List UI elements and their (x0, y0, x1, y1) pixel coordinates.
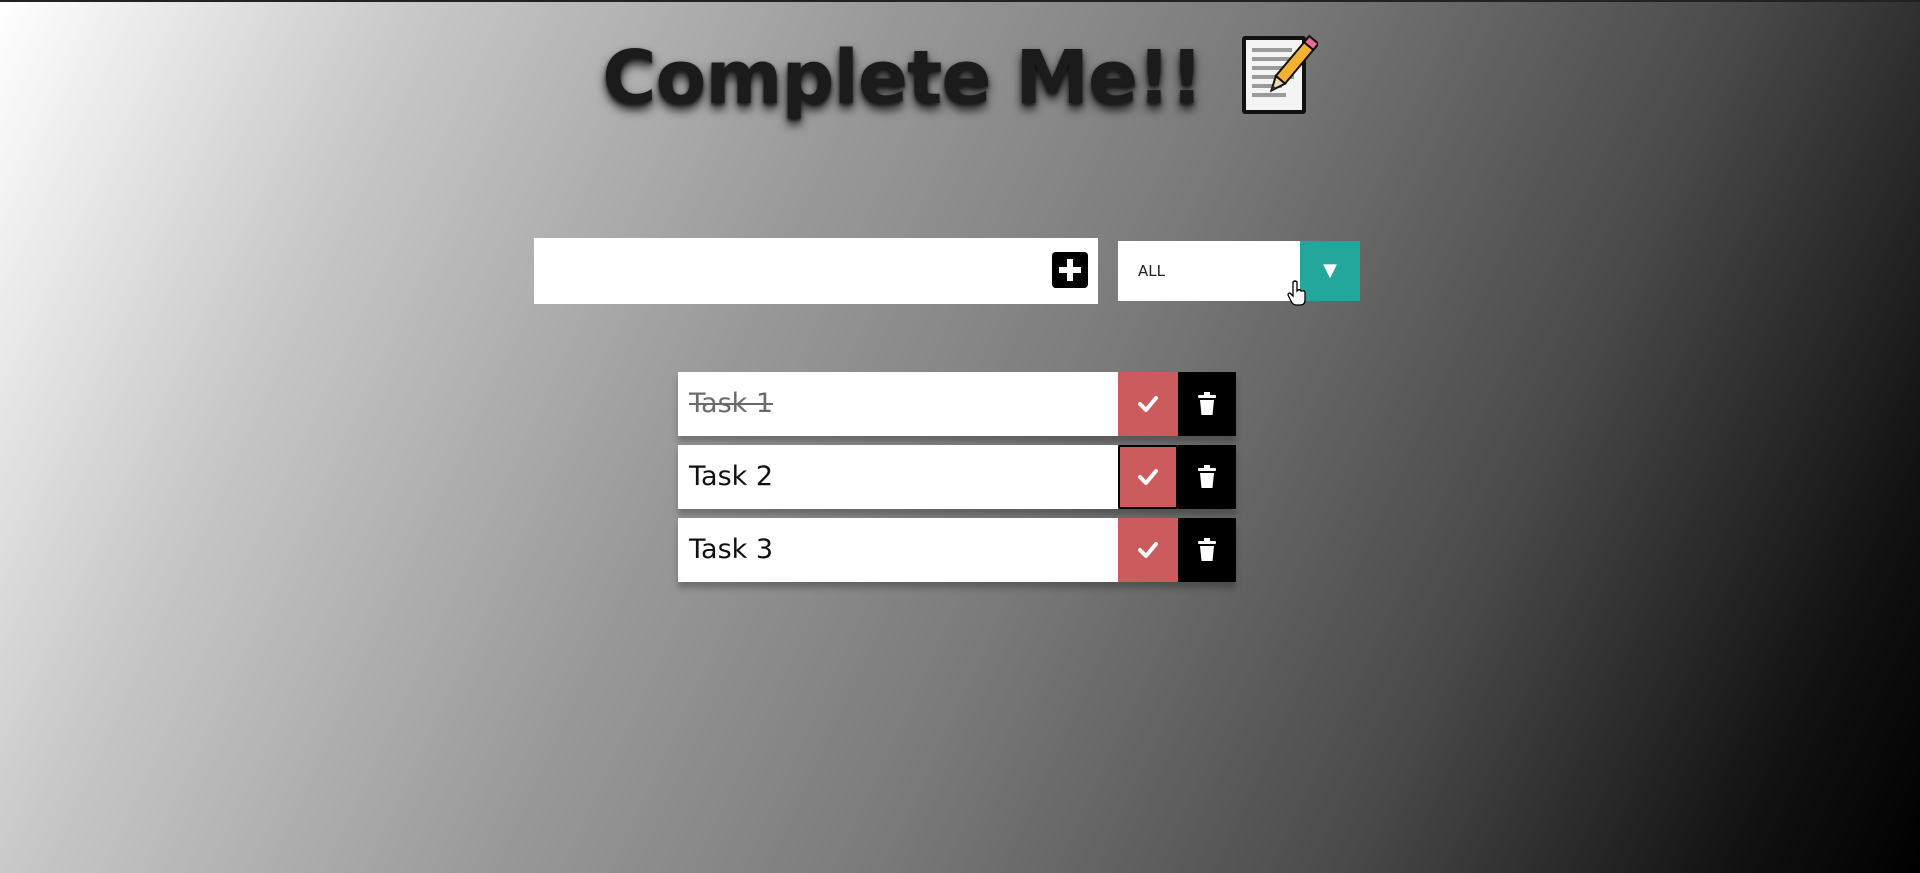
filter-selected-value: ALL (1138, 262, 1165, 280)
header: Complete Me!! (0, 34, 1920, 122)
delete-button[interactable] (1178, 518, 1236, 582)
delete-button[interactable] (1178, 445, 1236, 509)
memo-icon (1236, 30, 1320, 118)
check-icon (1138, 542, 1158, 558)
check-icon (1138, 469, 1158, 485)
complete-button[interactable] (1118, 518, 1178, 582)
page-title: Complete Me!! (602, 35, 1203, 121)
chevron-down-icon[interactable]: ▼ (1300, 241, 1360, 301)
todo-text: Task 2 (678, 445, 1118, 509)
delete-button[interactable] (1178, 372, 1236, 436)
todo-item: Task 3 (678, 518, 1236, 582)
add-task-button[interactable] (1052, 252, 1088, 288)
todo-item: Task 2 (678, 445, 1236, 509)
top-border (0, 0, 1920, 2)
complete-button[interactable] (1118, 372, 1178, 436)
hand-cursor-icon (1287, 280, 1306, 306)
trash-icon (1198, 538, 1216, 561)
task-input[interactable] (534, 238, 1034, 304)
complete-button[interactable] (1118, 445, 1178, 509)
task-input-container (534, 238, 1098, 304)
todo-text: Task 3 (678, 518, 1118, 582)
plus-square-icon (1052, 252, 1088, 288)
todo-item: Task 1 (678, 372, 1236, 436)
trash-icon (1198, 465, 1216, 488)
trash-icon (1198, 392, 1216, 415)
check-icon (1138, 396, 1158, 412)
todo-list: Task 1 Task 2 Task 3 (678, 372, 1236, 591)
todo-text: Task 1 (678, 372, 1118, 436)
filter-select[interactable]: ALL ▼ (1118, 241, 1360, 301)
